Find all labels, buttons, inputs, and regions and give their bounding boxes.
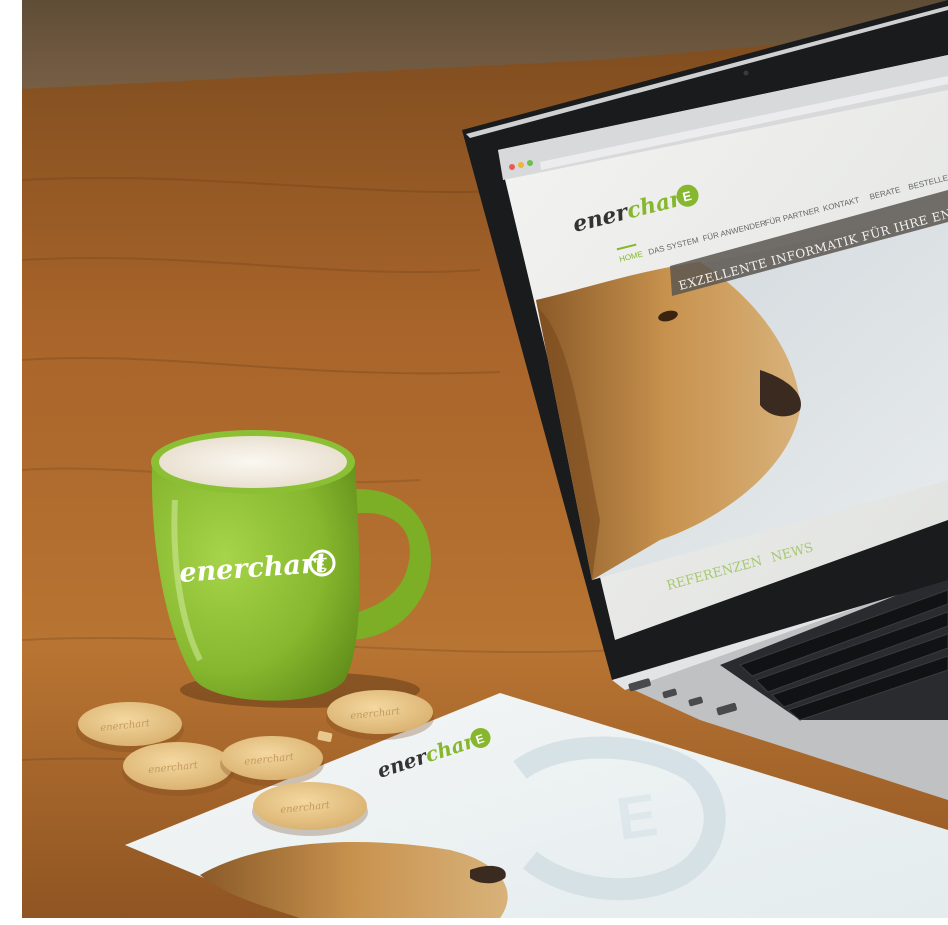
biscuit: enerchart	[122, 742, 234, 796]
photo-scene: enerchart E HOME DAS SYSTEM FÜR ANWENDER…	[0, 0, 948, 925]
camera	[743, 70, 749, 76]
biscuit: enerchart	[252, 782, 368, 836]
photo-border	[0, 0, 22, 925]
photo-canvas: enerchart E HOME DAS SYSTEM FÜR ANWENDER…	[0, 0, 948, 925]
svg-text:E: E	[316, 557, 326, 573]
cappuccino-foam	[159, 436, 347, 488]
biscuit: enerchart	[220, 736, 324, 786]
biscuit: enerchart	[326, 690, 434, 740]
